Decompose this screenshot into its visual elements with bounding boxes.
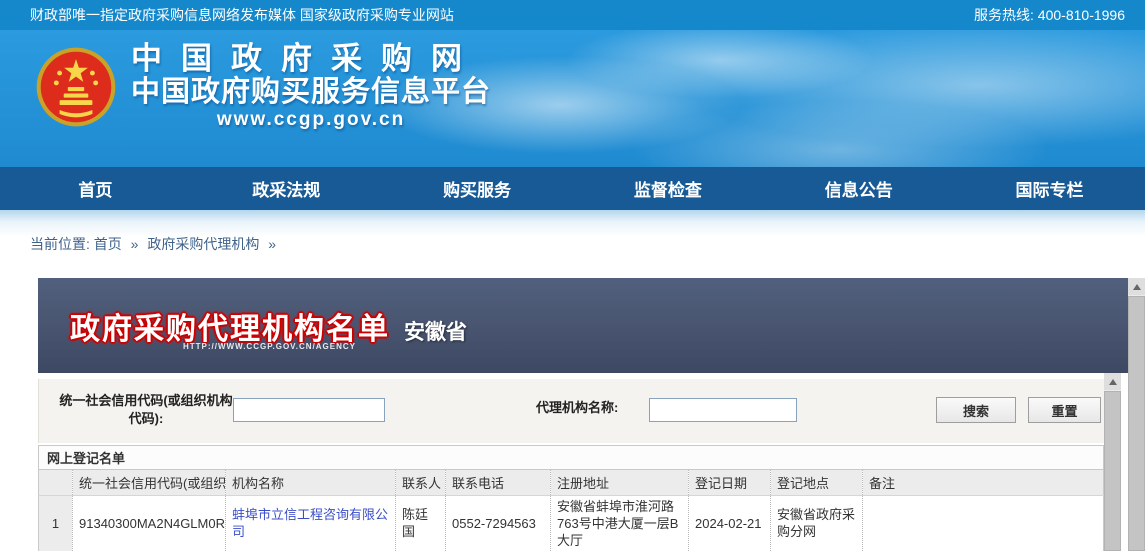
- nav-item-international[interactable]: 国际专栏: [954, 167, 1145, 210]
- cell-row-number: 1: [39, 496, 73, 551]
- cell-address: 安徽省蚌埠市淮河路763号中港大厦一层B大厅: [551, 496, 689, 551]
- banner-url: HTTP://WWW.CCGP.GOV.CN/AGENCY: [183, 342, 356, 351]
- agency-name-input[interactable]: [649, 398, 797, 422]
- section-title-text: 网上登记名单: [47, 448, 125, 467]
- widget-main: 政府采购代理机构名单 安徽省 HTTP://WWW.CCGP.GOV.CN/AG…: [38, 278, 1128, 551]
- search-form: 统一社会信用代码(或组织机构代码): 代理机构名称: 搜索 重置: [38, 378, 1104, 443]
- nav-item-regulations[interactable]: 政采法规: [191, 167, 382, 210]
- cell-contact: 陈廷国: [396, 496, 446, 551]
- col-header-date: 登记日期: [689, 470, 771, 496]
- nav-item-home[interactable]: 首页: [0, 167, 191, 210]
- col-header-place: 登记地点: [771, 470, 863, 496]
- site-url: www.ccgp.gov.cn: [131, 109, 491, 132]
- site-subtitle: 中国政府购买服务信息平台: [131, 76, 491, 109]
- service-hotline: 服务热线: 400-810-1996: [974, 5, 1125, 25]
- cell-date: 2024-02-21: [689, 496, 771, 551]
- page-body: 当前位置: 首页 » 政府采购代理机构 » 政府采购代理机构名单 安徽省 HTT…: [0, 210, 1145, 551]
- reset-button[interactable]: 重置: [1028, 397, 1101, 423]
- nav-item-purchase-services[interactable]: 购买服务: [382, 167, 573, 210]
- col-header-note: 备注: [863, 470, 1104, 496]
- site-name: 中国政府采购网: [131, 42, 491, 76]
- banner-province: 安徽省: [404, 316, 467, 346]
- site-slogan: 财政部唯一指定政府采购信息网络发布媒体 国家级政府采购专业网站: [30, 5, 454, 25]
- logo-text: 中国政府采购网 中国政府购买服务信息平台 www.ccgp.gov.cn: [131, 42, 491, 132]
- col-header-address: 注册地址: [551, 470, 689, 496]
- breadcrumb-home-link[interactable]: 首页: [94, 236, 122, 252]
- arrow-up-icon: [1109, 379, 1117, 385]
- col-header-agency-name: 机构名称: [226, 470, 396, 496]
- breadcrumb: 当前位置: 首页 » 政府采购代理机构 »: [30, 234, 281, 254]
- outer-scroll-up-button[interactable]: [1128, 278, 1145, 295]
- inner-scrollbar[interactable]: [1104, 373, 1121, 551]
- national-emblem-icon: [35, 46, 117, 128]
- breadcrumb-label: 当前位置:: [30, 236, 90, 252]
- credit-code-label: 统一社会信用代码(或组织机构代码):: [56, 392, 236, 428]
- inner-scrollbar-thumb[interactable]: [1104, 391, 1121, 551]
- cell-phone: 0552-7294563: [446, 496, 551, 551]
- cell-note: [863, 496, 1104, 551]
- agency-name-link[interactable]: 蚌埠市立信工程咨询有限公司: [232, 507, 388, 539]
- cell-agency-name: 蚌埠市立信工程咨询有限公司: [226, 496, 396, 551]
- credit-code-input[interactable]: [233, 398, 385, 422]
- agency-list-widget: 政府采购代理机构名单 安徽省 HTTP://WWW.CCGP.GOV.CN/AG…: [38, 278, 1145, 551]
- outer-scrollbar[interactable]: [1128, 278, 1145, 551]
- widget-content: 统一社会信用代码(或组织机构代码): 代理机构名称: 搜索 重置 网上登记名单: [38, 373, 1128, 551]
- cell-credit-code: 91340300MA2N4GLM0R: [73, 496, 226, 551]
- col-header-index: [39, 470, 73, 496]
- arrow-up-icon: [1133, 284, 1141, 290]
- agency-name-label: 代理机构名称:: [536, 399, 618, 417]
- search-button[interactable]: 搜索: [936, 397, 1016, 423]
- site-logo[interactable]: 中国政府采购网 中国政府购买服务信息平台 www.ccgp.gov.cn: [35, 42, 491, 132]
- spacer: [1121, 373, 1127, 551]
- inner-scroll-up-button[interactable]: [1104, 373, 1121, 390]
- agency-table: 统一社会信用代码(或组织 机构名称 联系人 联系电话 注册地址 登记日期 登记地…: [38, 470, 1104, 551]
- cell-place: 安徽省政府采购分网: [771, 496, 863, 551]
- breadcrumb-separator: »: [131, 236, 139, 252]
- col-header-credit-code: 统一社会信用代码(或组织: [73, 470, 226, 496]
- agency-banner: 政府采购代理机构名单 安徽省 HTTP://WWW.CCGP.GOV.CN/AG…: [38, 278, 1128, 373]
- content-main: 统一社会信用代码(或组织机构代码): 代理机构名称: 搜索 重置 网上登记名单: [38, 373, 1104, 551]
- breadcrumb-section-link[interactable]: 政府采购代理机构: [147, 236, 259, 252]
- top-bar: 财政部唯一指定政府采购信息网络发布媒体 国家级政府采购专业网站 服务热线: 40…: [0, 0, 1145, 30]
- col-header-phone: 联系电话: [446, 470, 551, 496]
- table-row: 1 91340300MA2N4GLM0R 蚌埠市立信工程咨询有限公司 陈廷国 0…: [39, 496, 1104, 551]
- col-header-contact: 联系人: [396, 470, 446, 496]
- nav-item-supervision[interactable]: 监督检查: [572, 167, 763, 210]
- outer-scrollbar-thumb[interactable]: [1128, 296, 1145, 551]
- breadcrumb-separator-2: »: [268, 236, 276, 252]
- nav-item-announcements[interactable]: 信息公告: [763, 167, 954, 210]
- site-header: 中国政府采购网 中国政府购买服务信息平台 www.ccgp.gov.cn: [0, 30, 1145, 167]
- table-header-row: 统一社会信用代码(或组织 机构名称 联系人 联系电话 注册地址 登记日期 登记地…: [39, 470, 1104, 496]
- section-title: 网上登记名单: [38, 445, 1104, 470]
- main-nav: 首页 政采法规 购买服务 监督检查 信息公告 国际专栏: [0, 167, 1145, 210]
